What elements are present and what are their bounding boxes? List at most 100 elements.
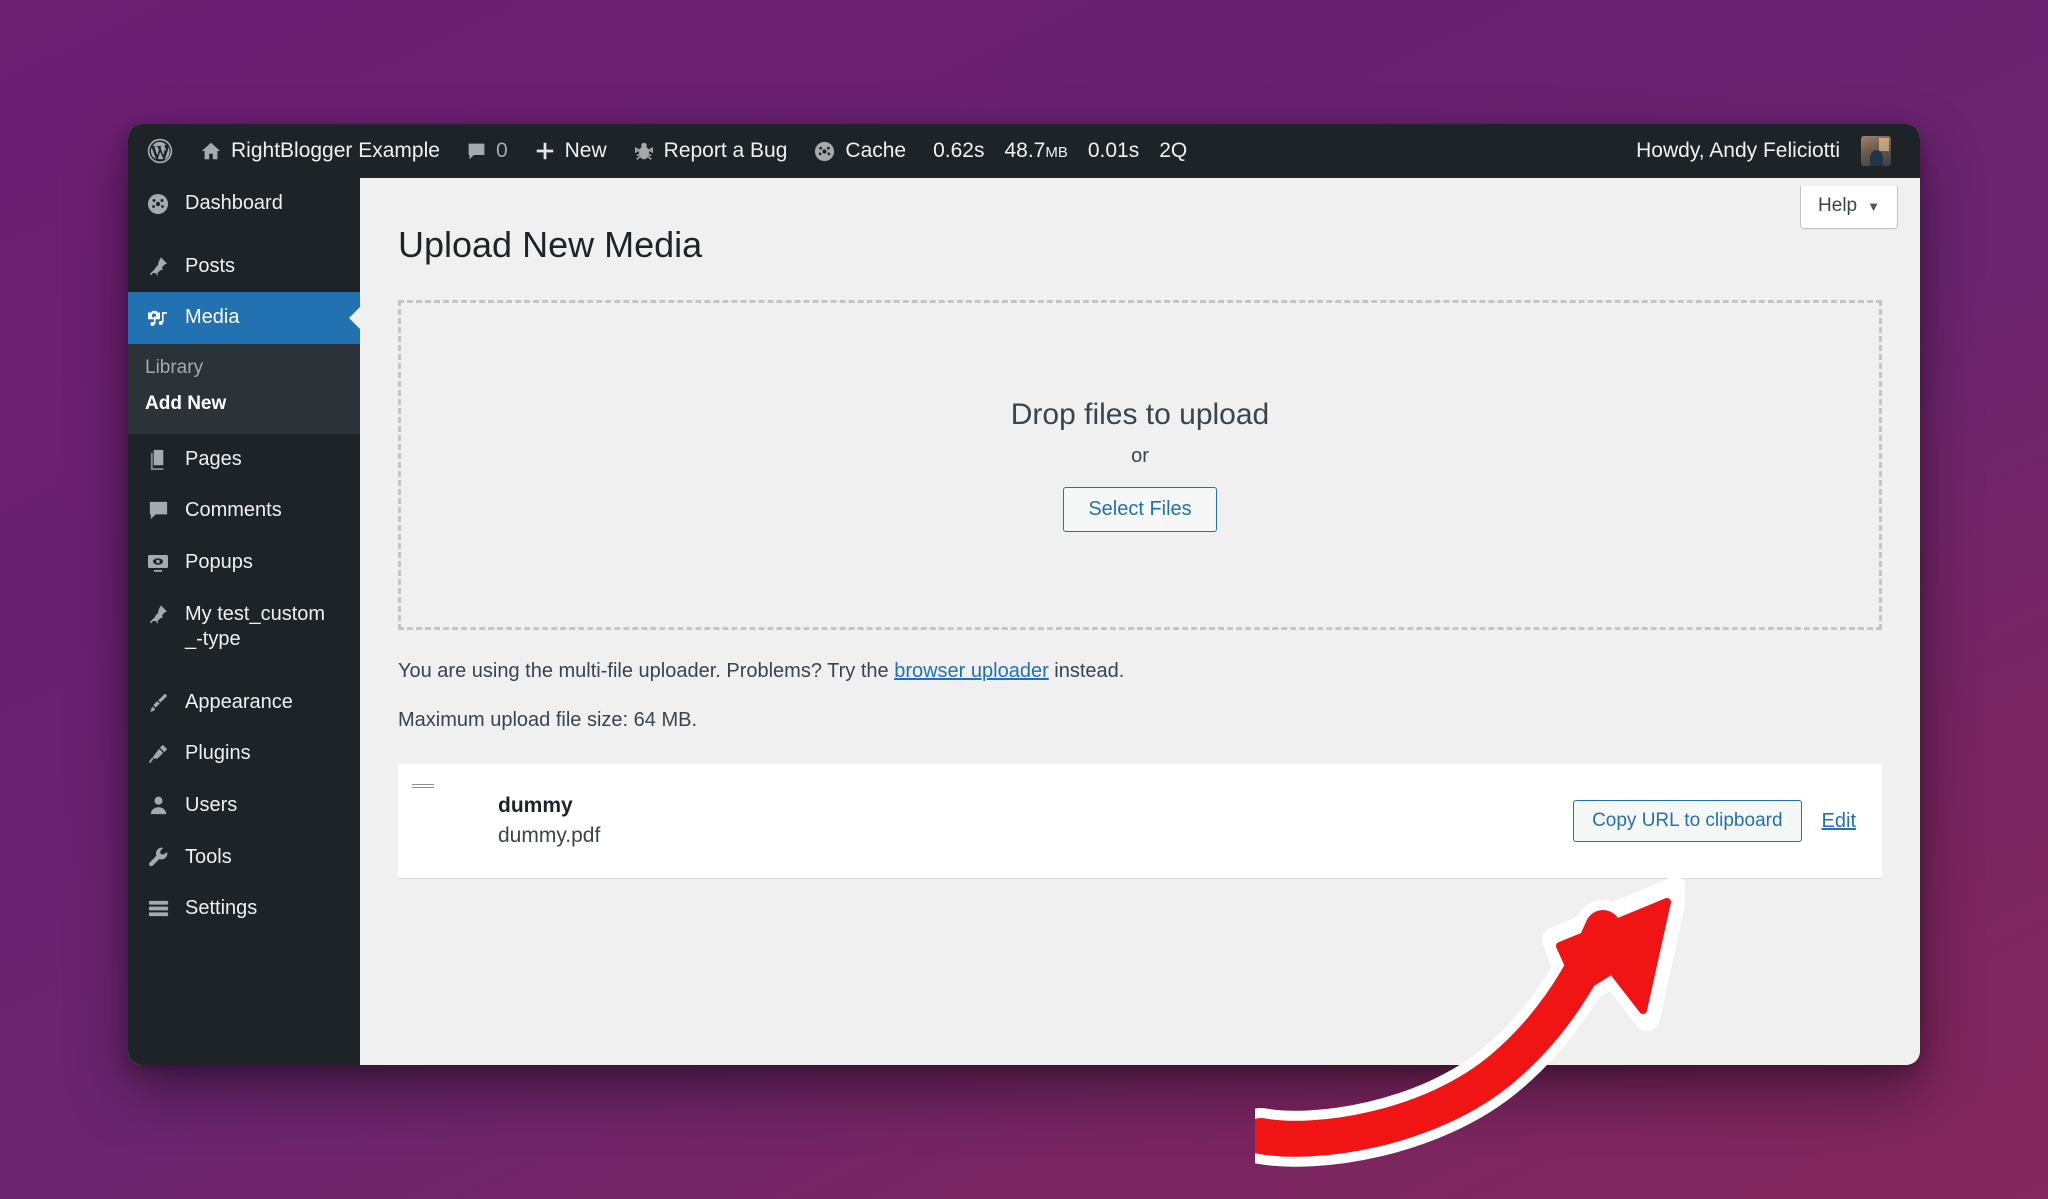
pin-icon: [145, 255, 171, 278]
uploaded-media-list: dummy dummy.pdf Copy URL to clipboard Ed…: [398, 764, 1882, 879]
plus-icon: [534, 140, 556, 162]
new-label: New: [564, 139, 607, 162]
media-item-title: dummy: [498, 794, 573, 817]
edit-link[interactable]: Edit: [1822, 810, 1856, 833]
wordpress-logo-icon: [146, 137, 174, 165]
cache-label: Cache: [845, 139, 907, 162]
sidebar-item-label: Appearance: [185, 690, 293, 713]
admin-bar-performance-stats[interactable]: 0.62s 48.7MB 0.01s 2Q: [919, 139, 1201, 163]
media-item-row: dummy dummy.pdf Copy URL to clipboard Ed…: [398, 764, 1882, 878]
eye-monitor-icon: [145, 551, 171, 575]
wrench-icon: [145, 846, 171, 869]
admin-bar-site-name[interactable]: RightBlogger Example: [187, 124, 453, 178]
stat-memory: 48.7MB: [1004, 139, 1067, 163]
sidebar-item-label: Comments: [185, 499, 282, 522]
submenu-item-label: Library: [145, 356, 204, 378]
media-submenu[interactable]: Library Add New: [128, 343, 360, 434]
media-item-text: dummy dummy.pdf: [498, 794, 1573, 848]
admin-bar-right-group: Howdy, Andy Feliciotti: [1623, 124, 1920, 178]
sidebar-item-label: Settings: [185, 897, 258, 920]
comments-count: 0: [495, 139, 508, 162]
sidebar-item-media-library[interactable]: Library: [128, 350, 360, 386]
media-item-actions: Copy URL to clipboard Edit: [1573, 800, 1856, 842]
sidebar-item-label: Tools: [185, 845, 232, 868]
admin-bar-left-group: RightBlogger Example 0 New Report a Bug …: [128, 124, 1201, 178]
stat-memory-unit: MB: [1045, 144, 1068, 161]
page-title: Upload New Media: [398, 224, 703, 265]
uploader-notice: You are using the multi-file uploader. P…: [398, 660, 1882, 683]
report-bug-label: Report a Bug: [663, 139, 788, 162]
speedometer-icon: [813, 140, 836, 163]
pdf-file-icon: [412, 782, 498, 860]
stat-memory-value: 48.7: [1004, 139, 1046, 162]
help-label: Help: [1818, 195, 1858, 216]
sidebar-item-label: Media: [185, 306, 240, 329]
uploader-notice-before: You are using the multi-file uploader. P…: [398, 660, 895, 682]
sliders-icon: [145, 897, 171, 920]
sidebar-item-pages[interactable]: Pages: [128, 434, 360, 486]
stat-db-time: 0.01s: [1087, 139, 1140, 162]
admin-bar-my-account[interactable]: Howdy, Andy Feliciotti: [1623, 124, 1904, 178]
pages-stack-icon: [145, 448, 171, 471]
greeting-label: Howdy, Andy Feliciotti: [1636, 139, 1840, 162]
sidebar-separator: [128, 666, 360, 677]
wp-admin-bar: RightBlogger Example 0 New Report a Bug …: [128, 124, 1920, 178]
sidebar-separator: [128, 230, 360, 241]
dropzone-title: Drop files to upload: [1010, 398, 1270, 431]
uploader-notice-after: instead.: [1048, 660, 1125, 682]
media-camera-music-icon: [145, 306, 171, 330]
admin-bar-report-bug[interactable]: Report a Bug: [620, 124, 801, 178]
sidebar-item-dashboard[interactable]: Dashboard: [128, 178, 360, 230]
help-button[interactable]: Help ▼: [1800, 186, 1898, 229]
sidebar-item-users[interactable]: Users: [128, 780, 360, 832]
help-tab-container: Help ▼: [1800, 186, 1898, 229]
sidebar-item-appearance[interactable]: Appearance: [128, 677, 360, 729]
dashboard-speedometer-icon: [145, 192, 171, 216]
copy-url-to-clipboard-button[interactable]: Copy URL to clipboard: [1573, 800, 1802, 842]
sidebar-item-label: Posts: [185, 254, 236, 277]
sidebar-item-label: Plugins: [185, 742, 251, 765]
plug-icon: [145, 742, 171, 765]
stat-load-time: 0.62s: [933, 139, 985, 162]
sidebar-item-label: Popups: [185, 550, 253, 573]
admin-sidebar-menu[interactable]: Dashboard Posts Media Library Add New Pa…: [128, 178, 360, 1065]
media-item-filename: dummy.pdf: [498, 824, 601, 847]
browser-window: RightBlogger Example 0 New Report a Bug …: [128, 124, 1920, 1065]
sidebar-item-label: My test_custom_-type: [185, 602, 326, 651]
bug-icon: [633, 140, 655, 162]
select-files-button[interactable]: Select Files: [1063, 487, 1217, 532]
max-upload-size-text: Maximum upload file size: 64 MB.: [398, 709, 698, 731]
comment-bubble-icon: [466, 141, 487, 162]
avatar: [1861, 136, 1891, 166]
admin-bar-comments[interactable]: 0: [453, 124, 521, 178]
file-dropzone[interactable]: Drop files to upload or Select Files: [398, 300, 1882, 630]
sidebar-item-comments[interactable]: Comments: [128, 485, 360, 537]
sidebar-item-label: Users: [185, 793, 238, 816]
sidebar-item-popups[interactable]: Popups: [128, 537, 360, 589]
sidebar-item-my-test-custom-type[interactable]: My test_custom_-type: [128, 589, 360, 666]
sidebar-item-label: Dashboard: [185, 192, 283, 214]
sidebar-item-media[interactable]: Media: [128, 292, 360, 344]
sidebar-item-plugins[interactable]: Plugins: [128, 728, 360, 780]
upload-wrap: Drop files to upload or Select Files You…: [360, 300, 1920, 879]
admin-bar-new-content[interactable]: New: [521, 124, 620, 178]
admin-bar-cache[interactable]: Cache: [800, 124, 919, 178]
pin-icon: [145, 603, 171, 626]
site-name-label: RightBlogger Example: [231, 139, 440, 162]
sidebar-item-media-add-new[interactable]: Add New: [128, 386, 360, 422]
user-icon: [145, 794, 171, 817]
comment-bubble-icon: [145, 499, 171, 522]
sidebar-item-tools[interactable]: Tools: [128, 832, 360, 884]
dropzone-or-label: or: [1131, 445, 1149, 467]
sidebar-item-label: Pages: [185, 447, 242, 470]
paintbrush-icon: [145, 691, 171, 714]
sidebar-item-settings[interactable]: Settings: [128, 883, 360, 935]
sidebar-item-posts[interactable]: Posts: [128, 241, 360, 293]
browser-uploader-link[interactable]: browser uploader: [894, 660, 1049, 682]
submenu-item-label: Add New: [145, 392, 227, 414]
chevron-down-icon: ▼: [1867, 198, 1880, 214]
home-icon: [200, 140, 222, 162]
admin-content-area: Help ▼ Upload New Media Drop files to up…: [360, 178, 1920, 1065]
admin-bar-wp-logo[interactable]: [128, 124, 187, 178]
stat-queries: 2Q: [1159, 139, 1188, 162]
